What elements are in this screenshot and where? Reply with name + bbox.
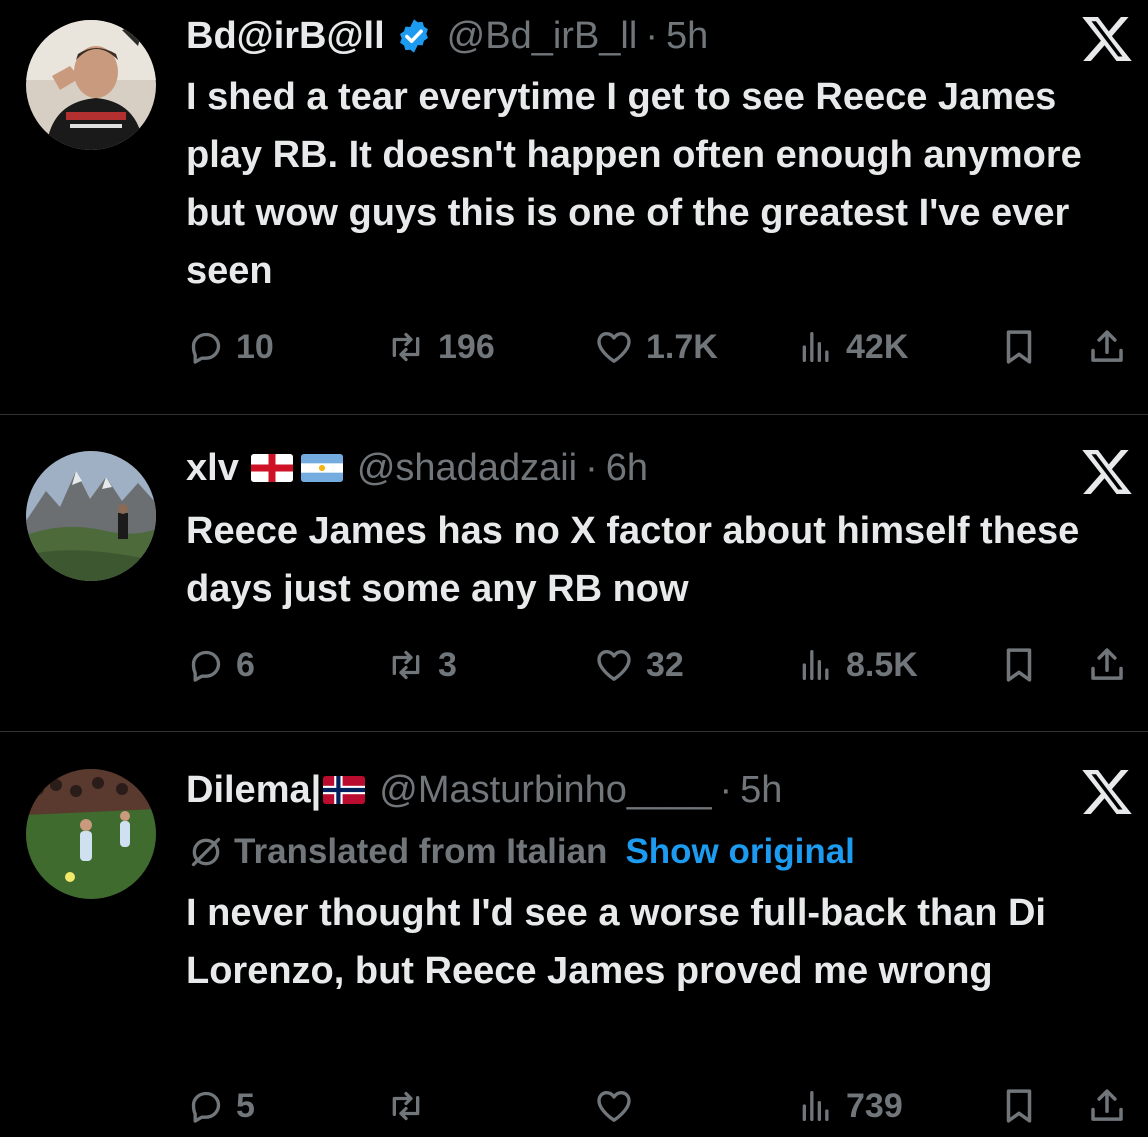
share-icon — [1091, 1089, 1123, 1121]
translate-icon — [191, 837, 221, 867]
separator-dot: · — [585, 447, 598, 489]
separator-dot: · — [645, 15, 658, 57]
share-button[interactable] — [1086, 322, 1128, 372]
like-button[interactable]: 32 — [592, 640, 684, 690]
repost-count: 196 — [438, 327, 495, 366]
reply-button[interactable]: 5 — [186, 1081, 255, 1131]
handle[interactable]: @Masturbinho____ — [379, 766, 711, 814]
reply-count: 10 — [236, 327, 274, 366]
tweet-text: I shed a tear everytime I get to see Ree… — [186, 76, 1082, 292]
views-icon — [802, 650, 829, 680]
views-icon — [802, 1091, 829, 1121]
action-bar: 6 3 32 8.5K — [186, 640, 1140, 690]
bookmark-icon — [1006, 648, 1032, 682]
show-original-link[interactable]: Show original — [625, 832, 854, 872]
display-name[interactable]: Bd@irB@ll — [186, 12, 385, 60]
tweet[interactable]: xlv @shadadzaii · 6h Reece James has no … — [0, 415, 1148, 731]
england-flag-icon — [250, 454, 293, 482]
timestamp[interactable]: 5h — [666, 12, 708, 60]
argentina-flag-icon — [300, 454, 343, 482]
separator-dot: · — [719, 769, 733, 811]
bookmark-button[interactable] — [998, 322, 1040, 372]
share-button[interactable] — [1086, 640, 1128, 690]
reply-icon — [191, 650, 221, 682]
reply-icon — [191, 332, 221, 364]
norway-flag-icon — [323, 776, 366, 804]
like-icon — [597, 650, 631, 681]
repost-icon — [392, 650, 420, 680]
reply-count: 6 — [236, 645, 255, 684]
like-icon — [597, 332, 631, 363]
reply-icon — [191, 1091, 221, 1123]
tweet-header: Bd@irB@ll @Bd_irB_ll · 5h — [186, 12, 1068, 60]
views-count: 42K — [846, 327, 909, 366]
repost-button[interactable] — [384, 1081, 438, 1131]
views-button[interactable]: 739 — [796, 1081, 903, 1131]
like-button[interactable]: 1.7K — [592, 322, 718, 372]
action-bar: 10 196 1.7K 42K — [186, 322, 1140, 372]
like-count: 32 — [646, 645, 684, 684]
reply-button[interactable]: 6 — [186, 640, 255, 690]
tweet-text: Reece James has no X factor about himsel… — [186, 510, 1080, 610]
display-name[interactable]: Dilema| — [186, 766, 321, 814]
like-count: 1.7K — [646, 327, 718, 366]
repost-count: 3 — [438, 645, 457, 684]
views-button[interactable]: 42K — [796, 322, 908, 372]
translation-notice: Translated from Italian Show original — [186, 827, 855, 877]
bookmark-button[interactable] — [998, 1081, 1040, 1131]
like-icon — [597, 1091, 631, 1122]
timestamp[interactable]: 5h — [740, 766, 782, 814]
display-name[interactable]: xlv — [186, 444, 239, 492]
views-count: 8.5K — [846, 645, 918, 684]
tweet[interactable]: Dilema| @Masturbinho____ · 5h Translated… — [0, 732, 1148, 1137]
repost-icon — [392, 332, 420, 362]
tweet-header: xlv @shadadzaii · 6h — [186, 444, 1068, 492]
x-logo-icon[interactable] — [1080, 765, 1134, 819]
handle[interactable]: @shadadzaii — [357, 444, 577, 492]
share-icon — [1091, 330, 1123, 362]
translated-label: Translated from Italian — [234, 832, 608, 871]
reply-count: 5 — [236, 1086, 255, 1125]
share-icon — [1091, 648, 1123, 680]
avatar[interactable] — [26, 20, 156, 150]
tweet-header: Dilema| @Masturbinho____ · 5h — [186, 766, 1068, 814]
reply-button[interactable]: 10 — [186, 322, 274, 372]
repost-button[interactable]: 196 — [384, 322, 495, 372]
timestamp[interactable]: 6h — [606, 444, 648, 492]
avatar[interactable] — [26, 451, 156, 581]
repost-button[interactable]: 3 — [384, 640, 457, 690]
bookmark-button[interactable] — [998, 640, 1040, 690]
tweet-text: I never thought I'd see a worse full-bac… — [186, 892, 1046, 992]
timeline: Bd@irB@ll @Bd_irB_ll · 5h I shed a tear … — [0, 0, 1148, 1137]
x-logo-icon[interactable] — [1080, 12, 1134, 66]
tweet[interactable]: Bd@irB@ll @Bd_irB_ll · 5h I shed a tear … — [0, 0, 1148, 414]
x-logo-icon[interactable] — [1080, 445, 1134, 499]
views-icon — [802, 332, 829, 362]
views-button[interactable]: 8.5K — [796, 640, 918, 690]
action-bar: 5 739 — [186, 1081, 1140, 1131]
share-button[interactable] — [1086, 1081, 1128, 1131]
handle[interactable]: @Bd_irB_ll — [447, 12, 638, 60]
repost-icon — [392, 1091, 420, 1121]
like-button[interactable] — [592, 1081, 646, 1131]
avatar[interactable] — [26, 769, 156, 899]
bookmark-icon — [1006, 330, 1032, 364]
views-count: 739 — [846, 1086, 903, 1125]
verified-badge-icon — [395, 17, 433, 55]
bookmark-icon — [1006, 1089, 1032, 1123]
